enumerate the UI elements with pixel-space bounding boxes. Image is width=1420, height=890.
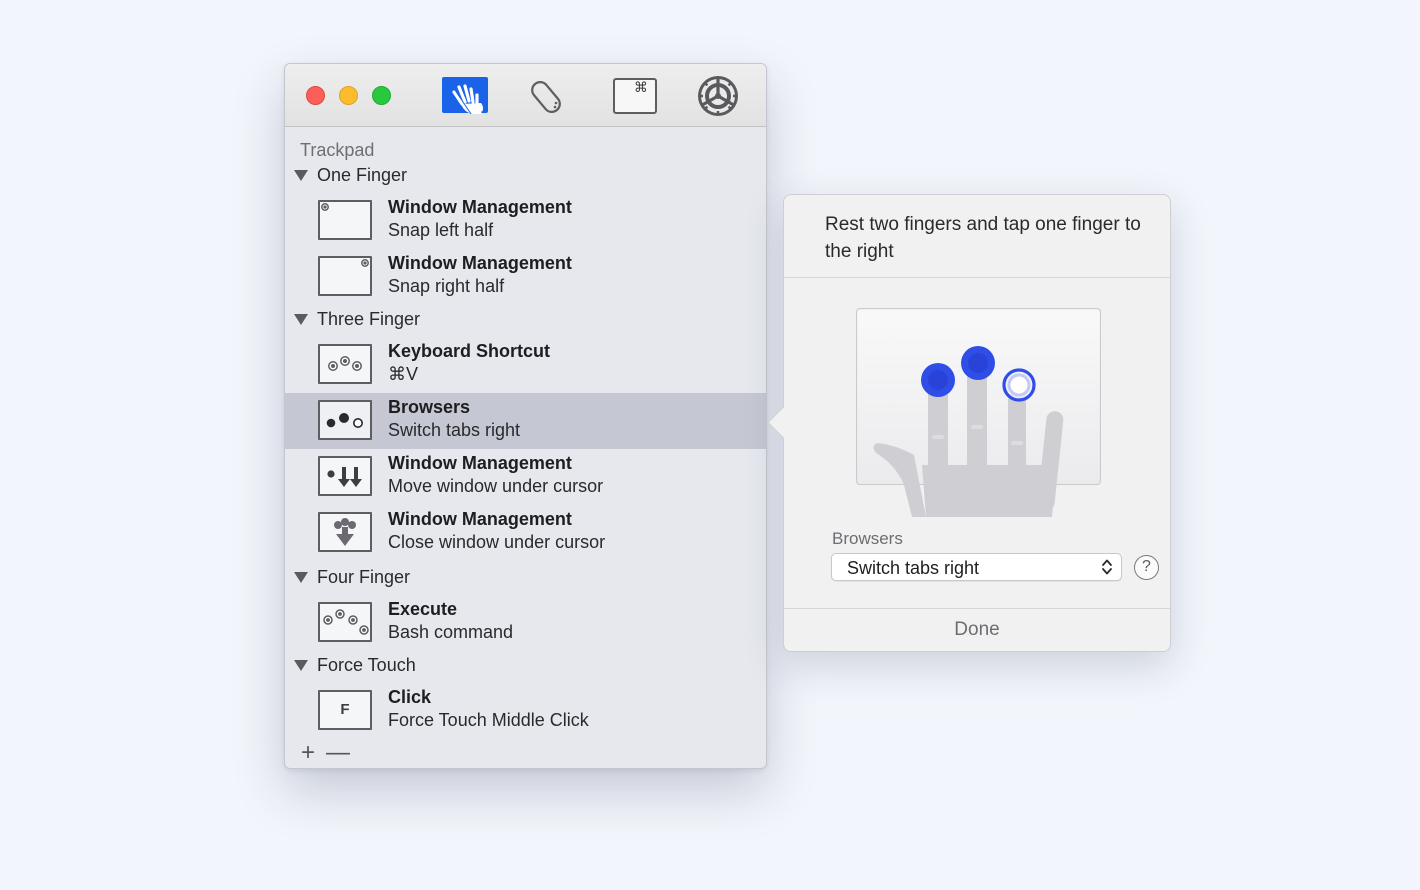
item-title: Keyboard Shortcut xyxy=(388,341,551,361)
help-button[interactable]: ? xyxy=(1134,555,1159,580)
popover-header: Rest two fingers and tap one finger to t… xyxy=(784,195,1170,278)
pinch-down-icon xyxy=(318,512,372,552)
svg-text:⌘: ⌘ xyxy=(634,80,648,96)
force-touch-glyph: F xyxy=(340,701,350,718)
force-touch-icon: F xyxy=(318,690,372,730)
item-title: Execute xyxy=(388,599,458,619)
gesture-description: Rest two fingers and tap one finger to t… xyxy=(825,214,1141,262)
disclosure-triangle-icon[interactable] xyxy=(294,660,308,671)
mouse-icon xyxy=(531,81,561,113)
hand-gesture-icon xyxy=(873,346,1064,517)
item-title: Window Management xyxy=(388,253,572,273)
list-item[interactable]: F Click Force Touch Middle Click xyxy=(285,683,766,739)
item-subtitle: Force Touch Middle Click xyxy=(388,710,589,730)
item-title: Browsers xyxy=(388,397,471,417)
trackpad-hand-icon xyxy=(442,77,488,115)
two-finger-tap-right-icon xyxy=(318,400,372,440)
list-item[interactable]: Window Management Move window under curs… xyxy=(285,449,766,505)
item-subtitle: Snap left half xyxy=(388,220,494,240)
list-item[interactable]: Keyboard Shortcut ⌘V xyxy=(285,337,766,393)
settings-tab[interactable] xyxy=(694,76,742,116)
keyboard-tab[interactable]: ⌘ xyxy=(611,76,659,116)
popover-arrow xyxy=(767,406,800,439)
list-item-selected[interactable]: Browsers Switch tabs right xyxy=(285,393,766,449)
section-title: Trackpad xyxy=(300,140,375,160)
item-title: Window Management xyxy=(388,197,572,217)
item-subtitle: Switch tabs right xyxy=(388,420,521,440)
action-select-value: Switch tabs right xyxy=(847,558,980,578)
snap-right-icon xyxy=(318,256,372,296)
group-label: Four Finger xyxy=(317,567,411,587)
command-key-icon: ⌘ xyxy=(613,78,657,114)
group-label: Force Touch xyxy=(317,655,416,675)
swipe-down-icon xyxy=(318,456,372,496)
group-four-finger[interactable]: Four Finger xyxy=(294,567,410,588)
group-three-finger[interactable]: Three Finger xyxy=(294,309,420,330)
item-title: Click xyxy=(388,687,432,707)
remove-button[interactable]: — xyxy=(323,739,353,767)
group-label: One Finger xyxy=(317,165,408,185)
gear-icon xyxy=(698,76,738,116)
group-one-finger[interactable]: One Finger xyxy=(294,165,407,186)
item-title: Window Management xyxy=(388,453,572,473)
disclosure-triangle-icon[interactable] xyxy=(294,314,308,325)
mouse-tab[interactable] xyxy=(526,76,574,116)
list-item[interactable]: Window Management Close window under cur… xyxy=(285,505,766,561)
list-actions: + — xyxy=(293,739,353,767)
group-label: Three Finger xyxy=(317,309,421,329)
item-subtitle: Snap right half xyxy=(388,276,505,296)
item-subtitle: Move window under cursor xyxy=(388,476,604,496)
action-select[interactable]: Switch tabs right xyxy=(831,553,1122,581)
trackpad-tab[interactable] xyxy=(441,76,489,116)
main-window: ⌘ Trackpad One Finger Window Management … xyxy=(284,63,767,769)
minimize-button[interactable] xyxy=(339,86,358,105)
list-item[interactable]: Window Management Snap left half xyxy=(285,193,766,249)
add-button[interactable]: + xyxy=(293,739,323,767)
action-group-label: Browsers xyxy=(832,529,903,548)
snap-left-icon xyxy=(318,200,372,240)
three-finger-tap-icon xyxy=(318,344,372,384)
item-subtitle: ⌘V xyxy=(388,364,419,384)
toolbar: ⌘ xyxy=(285,64,766,127)
gesture-popover: Rest two fingers and tap one finger to t… xyxy=(767,194,1171,652)
item-subtitle: Bash command xyxy=(388,622,514,642)
popover-footer: Done xyxy=(784,608,1170,651)
item-title: Window Management xyxy=(388,509,572,529)
disclosure-triangle-icon[interactable] xyxy=(294,170,308,181)
list-item[interactable]: Window Management Snap right half xyxy=(285,249,766,305)
item-subtitle: Close window under cursor xyxy=(388,532,606,552)
group-force-touch[interactable]: Force Touch xyxy=(294,655,416,676)
four-finger-tap-icon xyxy=(318,602,372,642)
disclosure-triangle-icon[interactable] xyxy=(294,572,308,583)
done-button[interactable]: Done xyxy=(784,619,1170,641)
chevron-up-down-icon xyxy=(1102,559,1112,575)
close-button[interactable] xyxy=(306,86,325,105)
list-item[interactable]: Execute Bash command xyxy=(285,595,766,651)
zoom-button[interactable] xyxy=(372,86,391,105)
